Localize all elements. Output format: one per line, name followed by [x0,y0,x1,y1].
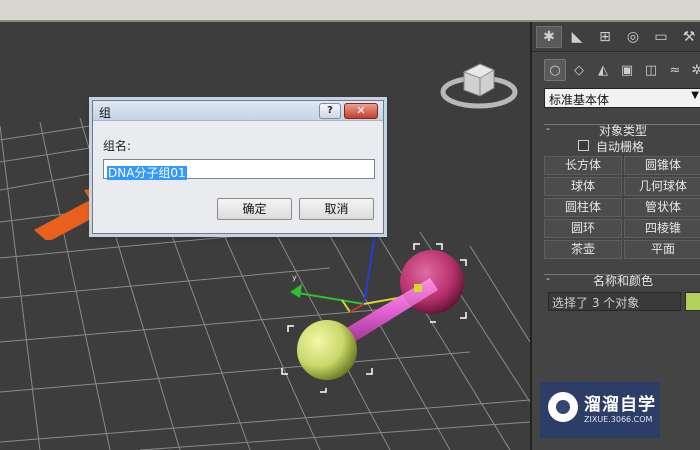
torus-button[interactable]: 圆环 [544,219,622,238]
help-button[interactable]: ? [319,103,341,119]
motion-tab-icon[interactable]: ◎ [620,26,646,48]
object-type-rollout-header[interactable]: - 对象类型 [544,122,700,138]
watermark-logo-icon [548,392,578,422]
group-dialog: 组 ? ✕ 组名: DNA分子组01 确定 取消 [92,100,384,234]
sphere-button[interactable]: 球体 [544,177,622,196]
spacewarps-icon[interactable]: ≈ [664,59,686,81]
watermark-title: 溜溜自学 [584,395,656,415]
viewcube[interactable] [440,58,518,110]
pyramid-button[interactable]: 四棱锥 [624,219,700,238]
object-type-title: 对象类型 [598,124,647,138]
group-name-label: 组名: [103,139,132,153]
chevron-down-icon: ▼ [691,90,699,101]
autogrid-checkbox[interactable] [578,140,589,151]
cone-button[interactable]: 圆锥体 [624,156,700,175]
group-name-value: DNA分子组01 [107,166,187,180]
cancel-button[interactable]: 取消 [299,198,374,220]
axis-label-y: y [292,273,297,282]
autogrid-label: 自动栅格 [596,140,645,154]
systems-icon[interactable]: ✲ [686,59,700,81]
cylinder-button[interactable]: 圆柱体 [544,198,622,217]
shapes-icon[interactable]: ◇ [568,59,590,81]
helpers-icon[interactable]: ◫ [640,59,662,81]
close-button[interactable]: ✕ [344,103,378,119]
modify-tab-icon[interactable]: ◣ [564,26,590,48]
geometry-icon[interactable]: ○ [544,59,566,81]
create-tab-icon[interactable]: ✱ [536,26,562,48]
app-window: y z [0,0,700,450]
create-subtabs: ○ ◇ ◭ ▣ ◫ ≈ ✲ [532,56,700,84]
tube-button[interactable]: 管状体 [624,198,700,217]
name-color-rollout-header[interactable]: - 名称和颜色 [544,272,700,288]
object-color-swatch[interactable] [685,292,700,311]
top-strip [0,0,700,22]
cameras-icon[interactable]: ▣ [616,59,638,81]
display-tab-icon[interactable]: ▭ [648,26,674,48]
autogrid-checkbox-row[interactable]: 自动栅格 [578,138,698,154]
object-name-field[interactable]: 选择了 3 个对象 [548,292,681,311]
category-dropdown[interactable]: 标准基本体 ▼ [544,88,700,108]
dialog-titlebar[interactable]: 组 ? ✕ [93,101,383,121]
teapot-button[interactable]: 茶壶 [544,240,622,259]
ok-button[interactable]: 确定 [217,198,292,220]
pivot-marker [414,284,422,292]
plane-button[interactable]: 平面 [624,240,700,259]
command-panel-tabs: ✱ ◣ ⊞ ◎ ▭ ⚒ [532,22,700,52]
box-button[interactable]: 长方体 [544,156,622,175]
lights-icon[interactable]: ◭ [592,59,614,81]
group-name-input[interactable]: DNA分子组01 [103,159,375,180]
utilities-tab-icon[interactable]: ⚒ [676,26,700,48]
green-sphere[interactable] [297,320,357,380]
watermark-logo: 溜溜自学 ZIXUE.3066.COM [540,382,660,438]
category-dropdown-value: 标准基本体 [549,93,610,107]
watermark-subtitle: ZIXUE.3066.COM [584,415,653,424]
hierarchy-tab-icon[interactable]: ⊞ [592,26,618,48]
geosphere-button[interactable]: 几何球体 [624,177,700,196]
dialog-title: 组 [99,106,112,120]
name-color-title: 名称和颜色 [592,274,653,288]
